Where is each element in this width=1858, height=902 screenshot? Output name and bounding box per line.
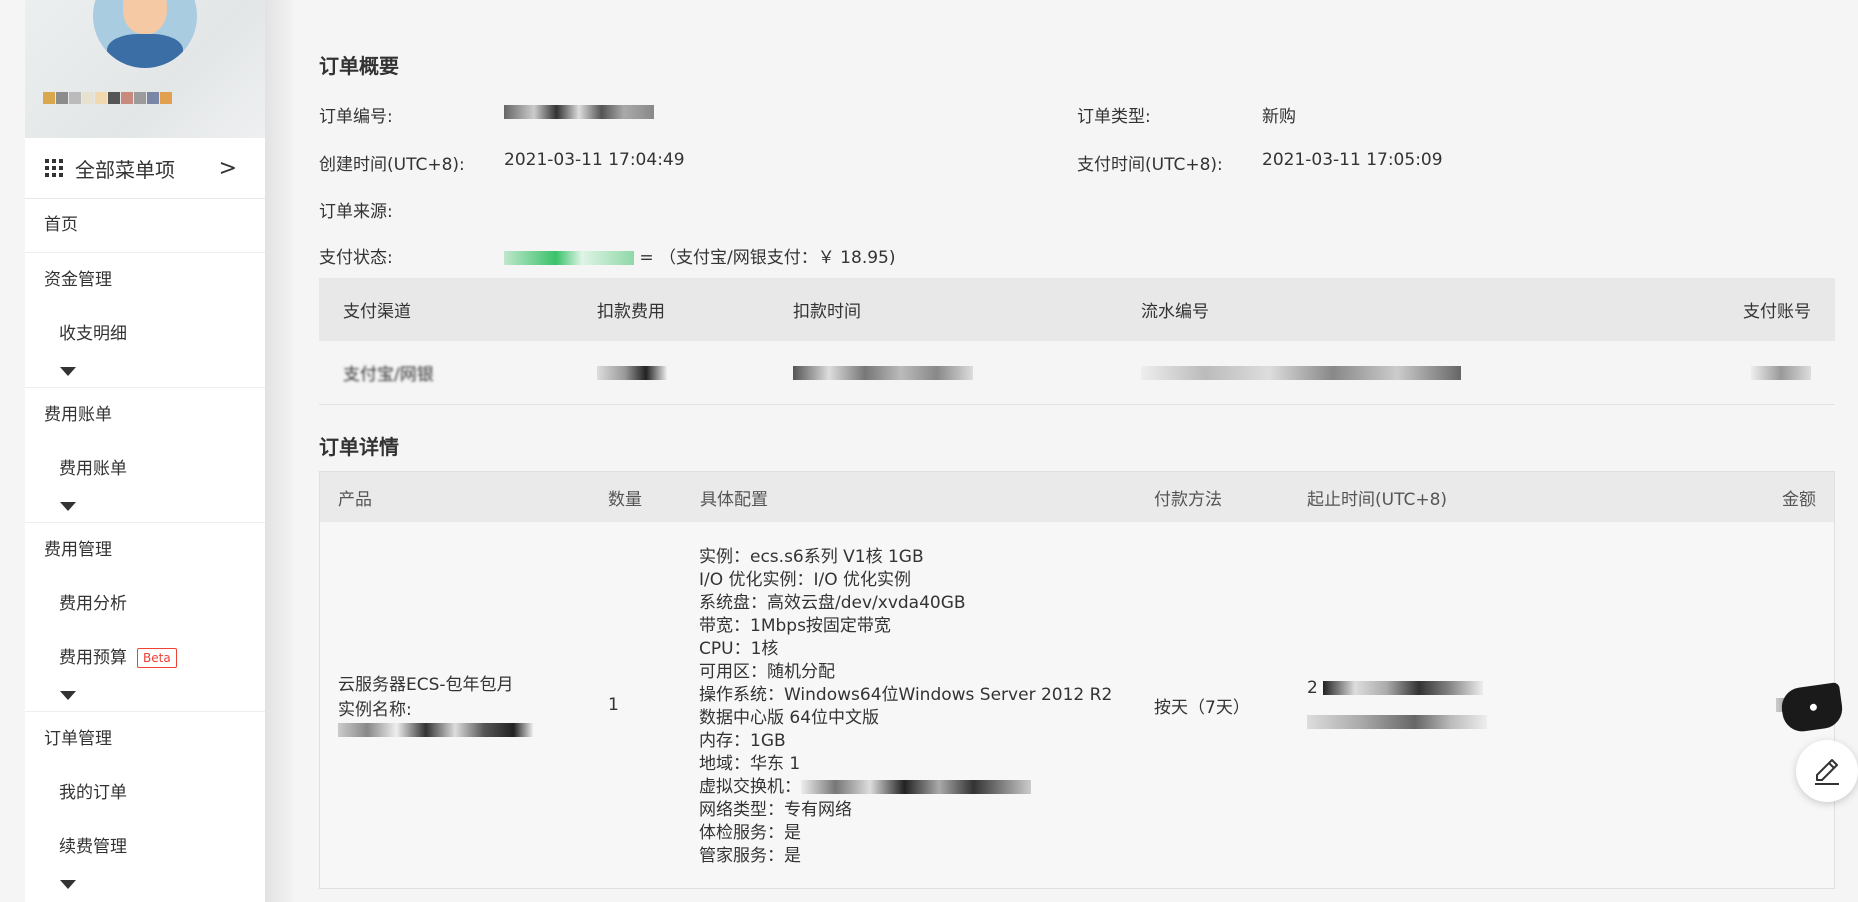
config-vswitch: 虚拟交换机：: [699, 776, 1153, 799]
username-blurred: [43, 88, 243, 112]
col-deduct-time: 扣款时间: [792, 278, 1140, 341]
table-row: 支付宝/网银: [319, 341, 1835, 405]
config-instance: 实例：ecs.s6系列 V1核 1GB: [699, 547, 924, 567]
config-network: 网络类型：专有网络: [699, 800, 852, 820]
all-menu-label: 全部菜单项: [75, 157, 175, 182]
col-period: 起止时间(UTC+8): [1306, 471, 1708, 522]
created-time-value: 2021-03-11 17:04:49: [504, 150, 685, 170]
expand-caret-icon[interactable]: [25, 361, 265, 387]
order-detail-table: 产品 数量 具体配置 付款方法 起止时间(UTC+8) 金额 云服务器ECS-包…: [319, 471, 1835, 889]
pay-method-cell: 按天（7天）: [1153, 522, 1306, 889]
config-vswitch-label: 虚拟交换机：: [699, 777, 801, 797]
period-start-prefix: 2: [1307, 678, 1318, 698]
config-bandwidth: 带宽：1Mbps按固定带宽: [699, 616, 891, 636]
product-name: 云服务器ECS-包年包月: [338, 675, 514, 695]
sidebar-item-renewal[interactable]: 续费管理: [25, 820, 265, 874]
sidebar-item-home[interactable]: 首页: [25, 198, 265, 252]
edit-pen-icon: [1815, 759, 1839, 785]
product-cell: 云服务器ECS-包年包月 实例名称:: [319, 522, 607, 889]
payment-table: 支付渠道 扣款费用 扣款时间 流水编号 支付账号 支付宝/网银: [319, 278, 1835, 405]
beta-badge: Beta: [137, 648, 177, 668]
config-io: I/O 优化实例：I/O 优化实例: [699, 570, 912, 590]
grid-menu-icon: [45, 159, 63, 177]
order-type-value: 新购: [1262, 107, 1296, 127]
pay-status-value: = （支付宝/网银支付：￥ 18.95): [504, 243, 896, 268]
config-health: 体检服务：是: [699, 823, 801, 843]
sidebar-item-bills[interactable]: 费用账单: [25, 442, 265, 496]
paid-time-label: 支付时间(UTC+8):: [1077, 155, 1223, 175]
created-time-label: 创建时间(UTC+8):: [319, 155, 465, 175]
config-region: 地域：华东 1: [699, 754, 801, 774]
sidebar-item-budget-label: 费用预算: [59, 648, 127, 668]
payment-channel-text: 支付宝/网银: [343, 365, 434, 385]
config-cpu: CPU：1核: [699, 639, 779, 659]
sidebar-group-funds[interactable]: 资金管理: [25, 252, 265, 307]
quantity-cell: 1: [607, 522, 699, 889]
payment-serial-blurred: [1140, 341, 1702, 405]
config-os: 操作系统：Windows64位Windows Server 2012 R2: [699, 685, 1113, 705]
order-type-label: 订单类型:: [1077, 107, 1151, 127]
config-memory: 内存：1GB: [699, 731, 786, 751]
expand-caret-icon[interactable]: [25, 685, 265, 711]
pay-status-blurred: [504, 251, 634, 265]
profile-panel: [25, 0, 265, 138]
payment-channel: 支付宝/网银: [319, 341, 596, 405]
order-no-value-blurred: [504, 102, 654, 122]
expand-caret-icon[interactable]: [25, 496, 265, 522]
order-detail-title: 订单详情: [319, 435, 399, 459]
sidebar-item-transactions[interactable]: 收支明细: [25, 307, 265, 361]
order-source-label: 订单来源:: [319, 202, 393, 222]
page-gutter: [0, 0, 25, 902]
period-end-blurred: [1307, 712, 1707, 732]
config-zone: 可用区：随机分配: [699, 662, 835, 682]
paid-time-value: 2021-03-11 17:05:09: [1262, 150, 1443, 170]
config-manager: 管家服务：是: [699, 846, 801, 866]
period-start: 2: [1307, 678, 1707, 698]
pay-status-label: 支付状态:: [319, 248, 393, 268]
config-cell: 实例：ecs.s6系列 V1核 1GB I/O 优化实例：I/O 优化实例 系统…: [699, 522, 1153, 889]
col-quantity: 数量: [607, 471, 699, 522]
expand-caret-icon[interactable]: [25, 874, 265, 900]
pay-status-suffix: = （支付宝/网银支付：￥ 18.95): [639, 248, 896, 268]
sidebar-item-cost-analysis[interactable]: 费用分析: [25, 577, 265, 631]
instance-name-blurred: [338, 720, 606, 740]
table-row: 云服务器ECS-包年包月 实例名称: 1 实例：ecs.s6系列 V1核 1GB…: [319, 522, 1835, 889]
sidebar-item-budget[interactable]: 费用预算 Beta: [25, 631, 265, 685]
payment-amount-blurred: [596, 341, 792, 405]
avatar[interactable]: [93, 0, 197, 68]
col-amount: 金额: [1708, 471, 1835, 522]
sidebar-shadow: [265, 0, 293, 902]
order-no-label: 订单编号:: [319, 107, 393, 127]
period-cell: 2: [1306, 522, 1708, 889]
order-summary-title: 订单概要: [319, 54, 399, 78]
col-product: 产品: [319, 471, 607, 522]
col-account: 支付账号: [1702, 278, 1835, 341]
col-amount: 扣款费用: [596, 278, 792, 341]
instance-name-label: 实例名称:: [338, 700, 412, 720]
sidebar: 全部菜单项 > 首页 资金管理 收支明细 费用账单 费用账单 费用管理 费用分析…: [25, 0, 266, 902]
config-disk: 系统盘：高效云盘/dev/xvda40GB: [699, 593, 966, 613]
chevron-right-icon: >: [218, 155, 237, 181]
payment-account-blurred: [1702, 341, 1835, 405]
feedback-button[interactable]: [1796, 740, 1858, 802]
all-menu-button[interactable]: 全部菜单项 >: [25, 138, 265, 199]
config-os-cont: 数据中心版 64位中文版: [699, 708, 880, 728]
sidebar-nav: 首页 资金管理 收支明细 费用账单 费用账单 费用管理 费用分析 费用预算 Bet…: [25, 198, 265, 900]
col-serial-no: 流水编号: [1140, 278, 1702, 341]
col-channel: 支付渠道: [319, 278, 596, 341]
sidebar-group-orders[interactable]: 订单管理: [25, 711, 265, 766]
col-pay-method: 付款方法: [1153, 471, 1306, 522]
sidebar-group-bills[interactable]: 费用账单: [25, 387, 265, 442]
sidebar-group-cost[interactable]: 费用管理: [25, 522, 265, 577]
sidebar-item-my-orders[interactable]: 我的订单: [25, 766, 265, 820]
col-config: 具体配置: [699, 471, 1153, 522]
payment-time-blurred: [792, 341, 1140, 405]
